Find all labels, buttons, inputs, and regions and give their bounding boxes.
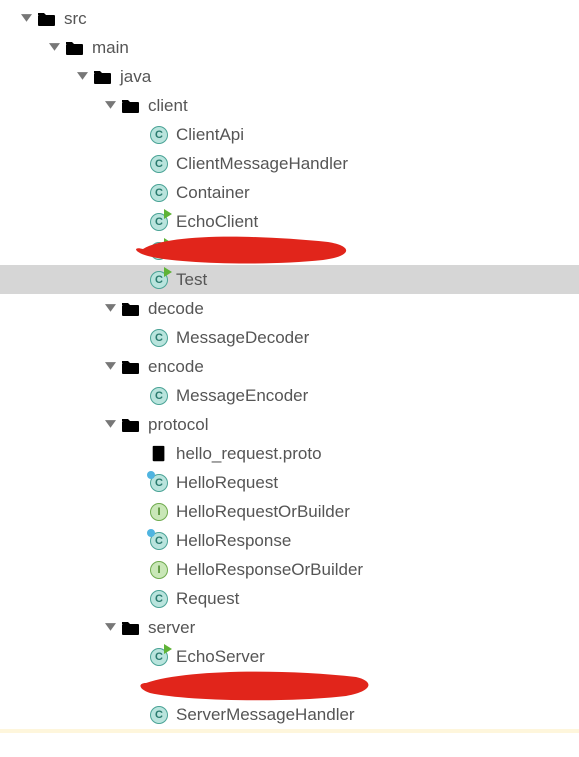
tree-label: main [92, 38, 129, 58]
class-icon: C [148, 385, 170, 407]
package-icon [120, 298, 142, 320]
tree-label: MessageDecoder [176, 328, 309, 348]
class-icon: C [148, 182, 170, 204]
tree-label: Test [176, 270, 207, 290]
expand-arrow-icon[interactable] [16, 9, 36, 29]
folder-icon [64, 37, 86, 59]
expand-arrow-icon[interactable] [44, 38, 64, 58]
tree-label: ServerMessageHandler [176, 705, 355, 725]
interface-icon: I [148, 501, 170, 523]
package-icon [120, 95, 142, 117]
bottom-strip [0, 729, 579, 733]
tree-package-protocol[interactable]: protocol [0, 410, 579, 439]
tree-label: EchoClient [176, 212, 258, 232]
class-icon: C [148, 327, 170, 349]
tree-label: encode [148, 357, 204, 377]
tree-class-test[interactable]: C Test [0, 265, 579, 294]
tree-label: HelloRequest [176, 473, 278, 493]
expand-arrow-icon[interactable] [100, 96, 120, 116]
tree-interface-hellorequestorbuilder[interactable]: I HelloRequestOrBuilder [0, 497, 579, 526]
tree-label: java [120, 67, 151, 87]
tree-label: hello_request.proto [176, 444, 322, 464]
tree-label: Container [176, 183, 250, 203]
runnable-class-icon: C [148, 646, 170, 668]
tree-label: ClientApi [176, 125, 244, 145]
expand-arrow-icon[interactable] [72, 67, 92, 87]
tree-label: HelloRequestOrBuilder [176, 502, 350, 522]
tree-item-redacted[interactable]: C [0, 236, 579, 265]
runnable-class-icon: C [148, 269, 170, 291]
tree-folder-java[interactable]: java [0, 62, 579, 91]
package-icon [120, 617, 142, 639]
tree-label: Request [176, 589, 239, 609]
tree-package-encode[interactable]: encode [0, 352, 579, 381]
tree-class-servermessagehandler[interactable]: C ServerMessageHandler [0, 700, 579, 729]
tree-class-clientmessagehandler[interactable]: C ClientMessageHandler [0, 149, 579, 178]
generated-class-icon: C [148, 530, 170, 552]
class-icon: C [148, 588, 170, 610]
folder-icon [36, 8, 58, 30]
tree-label: HelloResponse [176, 531, 291, 551]
expand-arrow-icon[interactable] [100, 357, 120, 377]
class-icon: C [148, 675, 170, 697]
tree-class-request[interactable]: C Request [0, 584, 579, 613]
tree-class-container[interactable]: C Container [0, 178, 579, 207]
tree-label: ClientMessageHandler [176, 154, 348, 174]
tree-item-redacted[interactable]: C [0, 671, 579, 700]
runnable-class-icon: C [148, 211, 170, 233]
tree-file-hello-request-proto[interactable]: hello_request.proto [0, 439, 579, 468]
tree-class-helloresponse[interactable]: C HelloResponse [0, 526, 579, 555]
generated-class-icon: C [148, 472, 170, 494]
class-icon: C [148, 704, 170, 726]
tree-label: decode [148, 299, 204, 319]
tree-interface-helloresponseorbuilder[interactable]: I HelloResponseOrBuilder [0, 555, 579, 584]
tree-label: client [148, 96, 188, 116]
source-folder-icon [92, 66, 114, 88]
runnable-class-icon: C [148, 240, 170, 262]
tree-class-hellorequest[interactable]: C HelloRequest [0, 468, 579, 497]
tree-folder-main[interactable]: main [0, 33, 579, 62]
project-tree[interactable]: src main java client C ClientApi C Clien… [0, 0, 579, 729]
class-icon: C [148, 153, 170, 175]
tree-label: protocol [148, 415, 208, 435]
tree-label: src [64, 9, 87, 29]
tree-class-echoserver[interactable]: C EchoServer [0, 642, 579, 671]
interface-icon: I [148, 559, 170, 581]
package-icon [120, 414, 142, 436]
class-icon: C [148, 124, 170, 146]
tree-label: MessageEncoder [176, 386, 308, 406]
tree-label: HelloResponseOrBuilder [176, 560, 363, 580]
tree-folder-src[interactable]: src [0, 4, 579, 33]
expand-arrow-icon[interactable] [100, 415, 120, 435]
tree-package-server[interactable]: server [0, 613, 579, 642]
file-icon [148, 443, 170, 465]
tree-class-clientapi[interactable]: C ClientApi [0, 120, 579, 149]
tree-package-decode[interactable]: decode [0, 294, 579, 323]
tree-class-echoclient[interactable]: C EchoClient [0, 207, 579, 236]
expand-arrow-icon[interactable] [100, 299, 120, 319]
tree-label: server [148, 618, 195, 638]
tree-package-client[interactable]: client [0, 91, 579, 120]
tree-class-messagedecoder[interactable]: C MessageDecoder [0, 323, 579, 352]
expand-arrow-icon[interactable] [100, 618, 120, 638]
tree-class-messageencoder[interactable]: C MessageEncoder [0, 381, 579, 410]
tree-label: EchoServer [176, 647, 265, 667]
package-icon [120, 356, 142, 378]
